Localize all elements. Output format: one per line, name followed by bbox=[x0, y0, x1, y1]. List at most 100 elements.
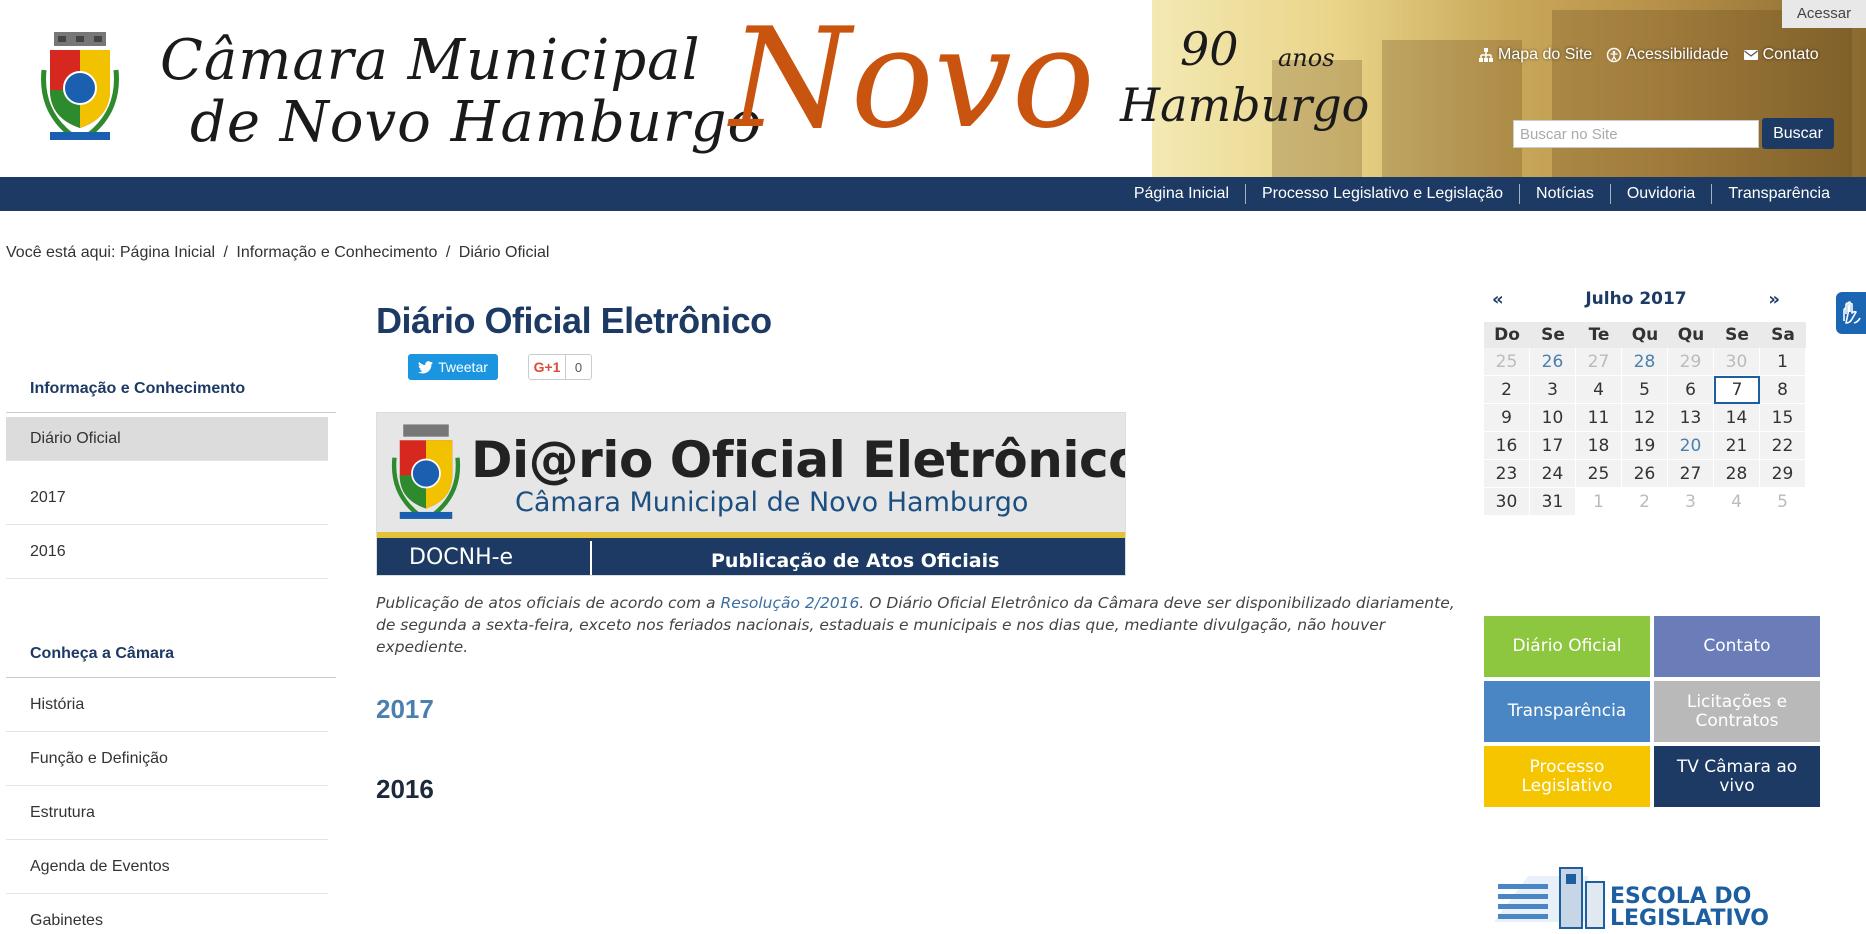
tile-processo-legislativo[interactable]: Processo Legislativo bbox=[1484, 746, 1650, 807]
calendar-day: 28 bbox=[1622, 348, 1668, 376]
acessar-button[interactable]: Acessar bbox=[1782, 0, 1866, 28]
calendar-day[interactable]: 3 bbox=[1530, 376, 1576, 404]
calendar-day[interactable]: 11 bbox=[1576, 404, 1622, 432]
tile-transparencia[interactable]: Transparência bbox=[1484, 681, 1650, 742]
calendar-day[interactable]: 5 bbox=[1622, 376, 1668, 404]
nav-item-home[interactable]: Página Inicial bbox=[1118, 184, 1245, 204]
coat-of-arms-logo[interactable] bbox=[40, 30, 120, 145]
breadcrumb-prefix: Você está aqui: bbox=[6, 244, 116, 261]
resolucao-link[interactable]: Resolução 2/2016 bbox=[720, 594, 859, 612]
calendar-month-title: Julho 2017 bbox=[1585, 289, 1687, 309]
calendar-day: 27 bbox=[1576, 348, 1622, 376]
tile-licitacoes[interactable]: Licitações e Contratos bbox=[1654, 681, 1820, 742]
calendar-grid: Do Se Te Qu Qu Se Sa 25 26 27 28 29 30 1 2 3 4 5 6 7 8 9 10 11 1… bbox=[1484, 322, 1806, 516]
nav-item-transparency[interactable]: Transparência bbox=[1711, 184, 1846, 204]
calendar-day[interactable]: 26 bbox=[1622, 460, 1668, 488]
left-sidebar: Informação e Conhecimento Diário Oficial… bbox=[6, 370, 336, 934]
calendar-day[interactable]: 18 bbox=[1576, 432, 1622, 460]
calendar-next-button[interactable]: » bbox=[1768, 289, 1780, 310]
top-links: Mapa do Site Acessibilidade Contato bbox=[1478, 46, 1819, 64]
sidebar-item-historia[interactable]: História bbox=[6, 678, 328, 732]
breadcrumb-item-home[interactable]: Página Inicial bbox=[120, 244, 215, 261]
calendar-day: 3 bbox=[1668, 488, 1714, 516]
breadcrumb-separator: / bbox=[445, 244, 451, 261]
sidebar-item-funcao[interactable]: Função e Definição bbox=[6, 732, 328, 786]
sidebar-item-gabinetes[interactable]: Gabinetes bbox=[6, 894, 328, 934]
sign-language-hands-icon bbox=[1843, 301, 1861, 324]
calendar-day[interactable]: 22 bbox=[1760, 432, 1806, 460]
calendar-day[interactable]: 8 bbox=[1760, 376, 1806, 404]
year-heading-2016: 2016 bbox=[376, 774, 434, 804]
year-heading-2017[interactable]: 2017 bbox=[376, 694, 434, 725]
calendar-header: « Julho 2017 » bbox=[1468, 284, 1804, 314]
calendar-day[interactable]: 15 bbox=[1760, 404, 1806, 432]
calendar-day: 30 bbox=[1714, 348, 1760, 376]
anos-number: 90 bbox=[1180, 22, 1239, 76]
calendar-day[interactable]: 6 bbox=[1668, 376, 1714, 404]
calendar-day[interactable]: 30 bbox=[1484, 488, 1530, 516]
sidebar-item-estrutura[interactable]: Estrutura bbox=[6, 786, 328, 840]
sitemap-link[interactable]: Mapa do Site bbox=[1478, 46, 1592, 64]
calendar-day[interactable]: 25 bbox=[1576, 460, 1622, 488]
calendar-day[interactable]: 14 bbox=[1714, 404, 1760, 432]
intro-text-start: Publicação de atos oficiais de acordo co… bbox=[376, 594, 721, 612]
banner-code: DOCNH-e bbox=[409, 545, 514, 570]
gplus-button[interactable]: G+1 0 bbox=[528, 354, 592, 380]
sidebar-item-2017[interactable]: 2017 bbox=[6, 471, 328, 525]
vlibras-tab[interactable] bbox=[1836, 292, 1866, 334]
sidebar-item-diario-oficial[interactable]: Diário Oficial bbox=[6, 417, 328, 461]
escola-legislativo-logo[interactable]: ESCOLA DO LEGISLATIVO bbox=[1488, 862, 1769, 934]
calendar-day: 1 bbox=[1576, 488, 1622, 516]
calendar-day[interactable]: 13 bbox=[1668, 404, 1714, 432]
calendar-weekday: Se bbox=[1714, 322, 1760, 348]
calendar-day[interactable]: 24 bbox=[1530, 460, 1576, 488]
breadcrumb-item-info[interactable]: Informação e Conhecimento bbox=[236, 244, 437, 261]
calendar-day[interactable]: 9 bbox=[1484, 404, 1530, 432]
sidebar-item-agenda[interactable]: Agenda de Eventos bbox=[6, 840, 328, 894]
calendar-day[interactable]: 23 bbox=[1484, 460, 1530, 488]
banner-divider bbox=[590, 541, 592, 575]
calendar-week-row: 16 17 18 19 20 21 22 bbox=[1484, 432, 1806, 460]
tweet-button[interactable]: Tweetar bbox=[408, 354, 498, 380]
calendar-day[interactable]: 16 bbox=[1484, 432, 1530, 460]
main-content: Diário Oficial Eletrônico Tweetar G+1 0 … bbox=[376, 300, 1456, 804]
calendar-day[interactable]: 10 bbox=[1530, 404, 1576, 432]
calendar-day[interactable]: 29 bbox=[1760, 460, 1806, 488]
banner-tagline: Publicação de Atos Oficiais bbox=[711, 550, 1000, 572]
tile-tv-camara[interactable]: TV Câmara ao vivo bbox=[1654, 746, 1820, 807]
accessibility-label: Acessibilidade bbox=[1626, 46, 1729, 63]
calendar-day[interactable]: 20 bbox=[1668, 432, 1714, 460]
nav-item-news[interactable]: Notícias bbox=[1519, 184, 1610, 204]
calendar-day[interactable]: 31 bbox=[1530, 488, 1576, 516]
quick-links-grid: Diário Oficial Contato Transparência Licita… bbox=[1484, 616, 1820, 807]
calendar-day[interactable]: 17 bbox=[1530, 432, 1576, 460]
calendar-day[interactable]: 27 bbox=[1668, 460, 1714, 488]
calendar-day[interactable]: 1 bbox=[1760, 348, 1806, 376]
search-input[interactable] bbox=[1513, 120, 1759, 148]
calendar-week-row: 30 31 1 2 3 4 5 bbox=[1484, 488, 1806, 516]
calendar-day: 5 bbox=[1760, 488, 1806, 516]
calendar-day[interactable]: 21 bbox=[1714, 432, 1760, 460]
social-share-row: Tweetar G+1 0 bbox=[376, 354, 1456, 384]
tile-diario-oficial[interactable]: Diário Oficial bbox=[1484, 616, 1650, 677]
accessibility-link[interactable]: Acessibilidade bbox=[1606, 46, 1729, 64]
calendar-weekday: Sa bbox=[1760, 322, 1806, 348]
nav-item-ombudsman[interactable]: Ouvidoria bbox=[1609, 184, 1711, 204]
calendar-prev-button[interactable]: « bbox=[1492, 289, 1504, 310]
tweet-label: Tweetar bbox=[438, 359, 488, 375]
nav-item-legislative-process[interactable]: Processo Legislativo e Legislação bbox=[1245, 184, 1519, 204]
anos-city: Hamburgo bbox=[1120, 78, 1370, 132]
calendar-day[interactable]: 4 bbox=[1576, 376, 1622, 404]
calendar-day-today[interactable]: 7 bbox=[1714, 376, 1760, 404]
calendar-weekday: Qu bbox=[1668, 322, 1714, 348]
contact-link[interactable]: Contato bbox=[1743, 46, 1819, 64]
search-button[interactable]: Buscar bbox=[1762, 118, 1834, 149]
sidebar-item-2016[interactable]: 2016 bbox=[6, 525, 328, 579]
calendar-day[interactable]: 19 bbox=[1622, 432, 1668, 460]
envelope-icon bbox=[1743, 50, 1758, 60]
main-nav: Página Inicial Processo Legislativo e Le… bbox=[0, 177, 1866, 211]
tile-contato[interactable]: Contato bbox=[1654, 616, 1820, 677]
calendar-day[interactable]: 28 bbox=[1714, 460, 1760, 488]
calendar-day[interactable]: 2 bbox=[1484, 376, 1530, 404]
calendar-day[interactable]: 12 bbox=[1622, 404, 1668, 432]
